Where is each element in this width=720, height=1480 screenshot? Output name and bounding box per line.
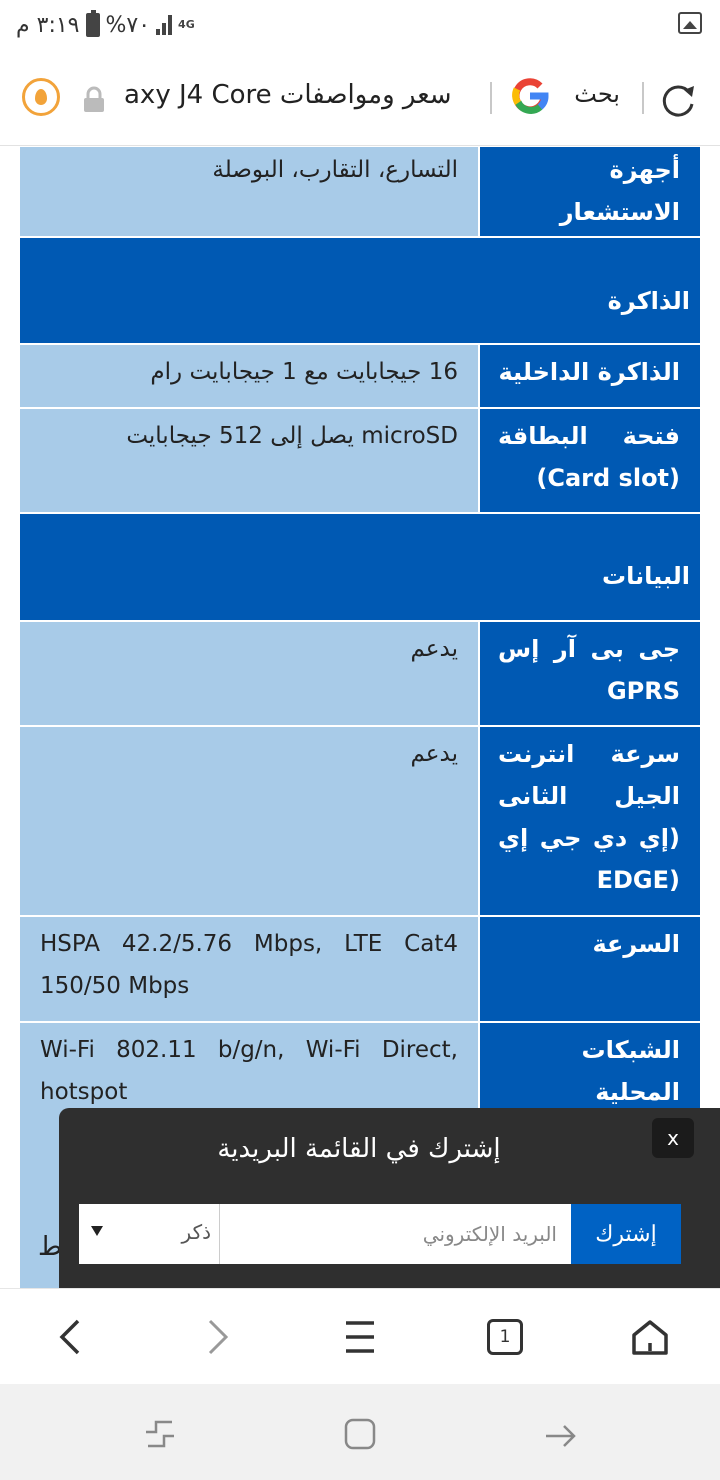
lock-icon <box>84 86 104 112</box>
battery-percent: %٧٠ <box>105 12 151 38</box>
back-icon[interactable] <box>50 1315 94 1359</box>
address-divider <box>642 82 644 114</box>
menu-icon[interactable] <box>338 1315 382 1359</box>
email-input[interactable] <box>219 1204 571 1264</box>
gender-selected-value: ذكر <box>181 1220 211 1244</box>
spec-value: 16 جيجابايت مع 1 جيجابايت رام <box>20 345 480 407</box>
spec-table: أجهزة الاستشعار التسارع، التقارب، البوصل… <box>20 147 700 1223</box>
subscribe-button[interactable]: إشترك <box>571 1204 681 1264</box>
spec-label: السرعة <box>480 917 700 1021</box>
google-icon[interactable] <box>508 74 552 118</box>
subscribe-popup: x إشترك في القائمة البريدية إشترك ذكر <box>59 1108 720 1288</box>
gallery-notification-icon <box>678 12 702 34</box>
site-favicon-icon[interactable] <box>22 78 60 116</box>
gender-select[interactable]: ذكر <box>79 1204 219 1264</box>
search-label[interactable]: بحث <box>574 80 620 108</box>
table-row: السرعة HSPA 42.2/5.76 Mbps, LTE Cat4 150… <box>20 917 700 1023</box>
spec-label: أجهزة الاستشعار <box>480 147 700 236</box>
back-arrow-icon[interactable] <box>540 1414 580 1454</box>
tabs-icon[interactable]: 1 <box>487 1319 531 1363</box>
spec-value: التسارع، التقارب، البوصلة <box>20 147 480 236</box>
recent-apps-icon[interactable] <box>140 1414 180 1454</box>
home-icon[interactable] <box>628 1315 672 1359</box>
signal-icon <box>156 15 173 35</box>
spec-label: الذاكرة الداخلية <box>480 345 700 407</box>
address-divider <box>490 82 492 114</box>
spec-value: يدعم <box>20 727 480 915</box>
table-row: أجهزة الاستشعار التسارع، التقارب، البوصل… <box>20 147 700 238</box>
home-button-icon[interactable] <box>340 1414 380 1454</box>
table-row: فتحة البطاقة (Card slot) microSD يصل إلى… <box>20 409 700 514</box>
table-row: الذاكرة الداخلية 16 جيجابايت مع 1 جيجابا… <box>20 345 700 409</box>
url-title[interactable]: سعر ومواصفات axy J4 Core <box>124 80 476 110</box>
table-row: سرعة انترنت الجيل الثانى (إي دي جي إي (E… <box>20 727 700 917</box>
network-type: 4G <box>178 18 195 31</box>
spec-value: يدعم <box>20 622 480 725</box>
section-header: الذاكرة <box>20 238 700 345</box>
spec-label: سرعة انترنت الجيل الثانى (إي دي جي إي (E… <box>480 727 700 915</box>
browser-toolbar: 1 <box>0 1288 720 1384</box>
subscribe-form: إشترك ذكر <box>79 1204 681 1264</box>
forward-icon[interactable] <box>194 1315 238 1359</box>
dropdown-arrow-icon <box>91 1226 103 1236</box>
status-bar: ٣:١٩ م %٧٠ 4G <box>0 0 720 50</box>
spec-value: microSD يصل إلى 512 جيجابايت <box>20 409 480 512</box>
spec-value: HSPA 42.2/5.76 Mbps, LTE Cat4 150/50 Mbp… <box>20 917 480 1021</box>
tab-count: 1 <box>487 1319 523 1355</box>
system-nav-bar <box>0 1384 720 1480</box>
spec-label: فتحة البطاقة (Card slot) <box>480 409 700 512</box>
battery-icon <box>85 10 100 37</box>
address-bar: بحث سعر ومواصفات axy J4 Core <box>0 50 720 146</box>
popup-title: إشترك في القائمة البريدية <box>217 1134 501 1164</box>
reload-icon[interactable] <box>658 80 698 120</box>
status-indicators: ٣:١٩ م %٧٠ 4G <box>16 8 195 42</box>
clock: ٣:١٩ م <box>16 12 80 38</box>
spec-label: جى بى آر إس GPRS <box>480 622 700 725</box>
section-header: البيانات <box>20 514 700 622</box>
table-row: جى بى آر إس GPRS يدعم <box>20 622 700 727</box>
